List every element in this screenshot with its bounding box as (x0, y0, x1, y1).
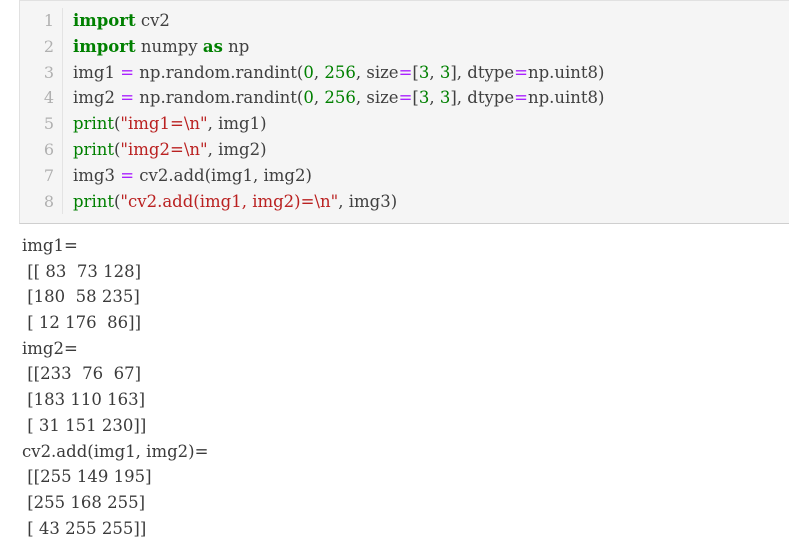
output-line: [[255 149 195] (22, 467, 152, 487)
code-token-txt: , size (355, 88, 399, 108)
code-token-txt: ], dtype (450, 62, 515, 82)
code-token-num: 256 (324, 62, 356, 82)
code-token-num: 0 (303, 62, 314, 82)
code-token-txt: cv2.add(img1, img2) (134, 165, 312, 185)
code-line: print("cv2.add(img1, img2)=\n", img3) (73, 189, 789, 215)
code-token-txt: ], dtype (450, 88, 515, 108)
output-line: [180 58 235] (22, 287, 140, 307)
line-number: 1 (43, 11, 54, 30)
code-token-kw: import (73, 36, 136, 56)
code-token-num: 3 (439, 62, 451, 82)
code-cell-body: 12345678 import cv2 import numpy as np img… (20, 1, 789, 215)
code-line: print("img1=\n", img1) (73, 111, 789, 137)
code-token-txt: , (429, 88, 440, 108)
code-token-txt: , img2) (207, 139, 267, 159)
code-token-txt: np.uint8) (527, 62, 605, 82)
output-line: cv2.add(img1, img2)= (22, 441, 209, 461)
code-token-op: = (120, 165, 135, 185)
code-input-cell[interactable]: 12345678 import cv2 import numpy as np img… (19, 0, 789, 224)
line-number: 5 (43, 114, 54, 134)
notebook-cell-area: [ ]: 12345678 import cv2import numpy as … (0, 0, 789, 556)
output-line: [ 43 255 255]] (22, 518, 147, 538)
input-prompt-label: [ ]: (0, 14, 4, 54)
code-token-txt: , img3) (338, 191, 398, 211)
output-line: img1= (22, 236, 78, 255)
code-token-txt: , (313, 88, 325, 108)
code-token-kw: as (202, 36, 223, 56)
output-line: [[233 76 67] (22, 364, 142, 384)
code-token-op: = (514, 88, 528, 108)
code-token-txt: np.random.randint( (134, 88, 304, 108)
code-token-op: = (398, 88, 413, 108)
code-line: import numpy as np (73, 34, 789, 60)
output-line: [ 12 176 86]] (22, 313, 142, 333)
code-token-num: 256 (324, 88, 356, 108)
code-line: import cv2 (73, 8, 789, 34)
line-number-gutter: 1 2 3 4 5 6 7 8 (20, 8, 63, 215)
code-token-txt: np.random.randint( (134, 62, 304, 82)
code-token-txt: , img1) (207, 114, 267, 134)
output-line: [183 110 163] (22, 390, 146, 410)
code-token-bi: print (73, 139, 114, 159)
line-number: 8 (43, 191, 54, 211)
code-editor-text[interactable]: import cv2 import numpy as np img1 = np.ra… (63, 8, 789, 214)
code-token-op: = (120, 88, 135, 108)
code-token-bi: print (73, 191, 114, 211)
code-token-str: "img1=\n" (120, 114, 208, 134)
code-line: img3 = cv2.add(img1, img2) (73, 163, 789, 189)
input-prompt-text: [ ]: (0, 14, 4, 33)
code-token-bi: print (73, 114, 114, 134)
code-line: img1 = np.random.randint(0, 256, size=[3… (73, 60, 789, 86)
code-token-txt: , (429, 62, 440, 82)
output-line: [[ 83 73 128] (22, 261, 142, 281)
line-number: 6 (43, 139, 54, 159)
code-token-num: 3 (418, 62, 430, 82)
code-token-num: 0 (303, 88, 314, 108)
code-token-txt: img1 (73, 62, 121, 82)
line-number: 2 (43, 36, 54, 56)
code-token-str: "cv2.add(img1, img2)=\n" (120, 191, 339, 211)
code-token-op: = (120, 62, 135, 82)
code-token-num: 3 (439, 88, 451, 108)
code-token-str: "img2=\n" (120, 139, 208, 159)
line-number: 4 (43, 88, 54, 108)
code-token-txt: np (222, 36, 250, 56)
code-token-op: = (514, 62, 528, 82)
code-token-txt: img2 (73, 88, 121, 108)
output-line: img2= (22, 338, 78, 358)
code-line: print("img2=\n", img2) (73, 137, 789, 163)
cell-stdout-output: img1= [[ 83 73 128] [180 58 235] [ 12 17… (0, 233, 789, 541)
line-number: 7 (43, 165, 54, 185)
code-line: img2 = np.random.randint(0, 256, size=[3… (73, 85, 789, 111)
code-token-txt: img3 (73, 165, 121, 185)
code-token-op: = (398, 62, 413, 82)
code-token-num: 3 (418, 88, 430, 108)
code-token-txt: np.uint8) (527, 88, 605, 108)
code-token-txt: numpy (135, 36, 203, 56)
code-token-kw: import (73, 11, 136, 30)
output-line: [ 31 151 230]] (22, 415, 147, 435)
output-line: [255 168 255] (22, 492, 146, 512)
code-token-txt: , (313, 62, 325, 82)
line-number: 3 (43, 62, 54, 82)
code-token-txt: , size (355, 62, 399, 82)
code-token-txt: cv2 (135, 11, 170, 30)
